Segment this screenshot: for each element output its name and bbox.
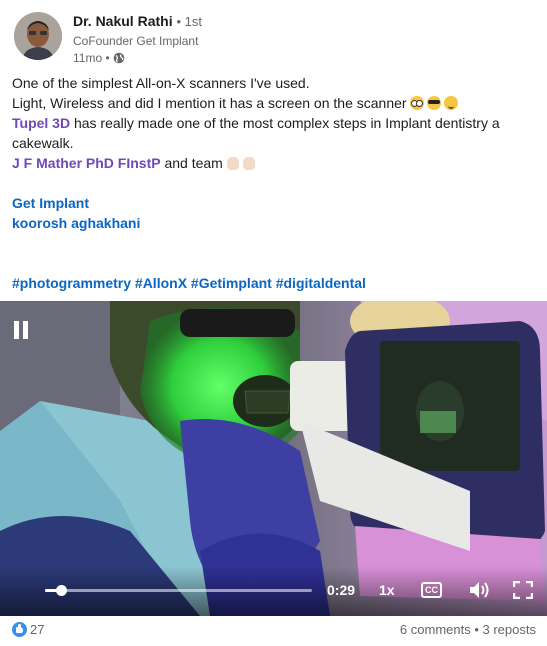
post-line-blank bbox=[12, 253, 532, 273]
mention-get-implant[interactable]: Get Implant bbox=[12, 195, 89, 211]
post-line-text: Light, Wireless and did I mention it has… bbox=[12, 95, 407, 111]
mention-jf-mather[interactable]: J F Mather PhD FInstP bbox=[12, 155, 161, 171]
post-meta: 11mo • bbox=[73, 50, 202, 66]
post-body: One of the simplest All-on-X scanners I'… bbox=[12, 73, 532, 293]
post-line-text: and team bbox=[160, 155, 223, 171]
post-line: One of the simplest All-on-X scanners I'… bbox=[12, 75, 310, 91]
mention-tupel-3d[interactable]: Tupel 3D bbox=[12, 115, 70, 131]
post-line-blank bbox=[12, 233, 532, 253]
author-block: Dr. Nakul Rathi • 1st CoFounder Get Impl… bbox=[73, 12, 202, 66]
video-progress-track[interactable] bbox=[45, 585, 312, 596]
comments-count[interactable]: 6 comments bbox=[400, 622, 471, 637]
fullscreen-icon[interactable] bbox=[512, 580, 534, 600]
video-time: 0:29 bbox=[327, 582, 356, 598]
post-line-text: has really made one of the most complex … bbox=[70, 115, 500, 131]
sunglasses-emoji-icon bbox=[426, 96, 441, 110]
starstruck-emoji-icon bbox=[409, 96, 424, 110]
reactions[interactable]: 27 bbox=[12, 622, 44, 637]
post-line: #photogrammetry #AllonX #Getimplant #dig… bbox=[12, 273, 532, 293]
reactions-count: 27 bbox=[30, 622, 45, 637]
post-header: Dr. Nakul Rathi • 1st CoFounder Get Impl… bbox=[12, 10, 532, 66]
playback-speed-button[interactable]: 1x bbox=[379, 582, 395, 598]
video-player[interactable]: 0:29 1x CC bbox=[0, 301, 547, 616]
post-line: cakewalk. bbox=[12, 135, 74, 151]
post-line: Light, Wireless and did I mention it has… bbox=[12, 93, 532, 113]
post-line-blank bbox=[12, 173, 532, 193]
connection-degree: • 1st bbox=[176, 14, 202, 29]
post-time: 11mo • bbox=[73, 51, 110, 65]
volume-icon[interactable] bbox=[469, 581, 491, 599]
globe-icon bbox=[113, 52, 125, 64]
post-line: Tupel 3D has really made one of the most… bbox=[12, 113, 532, 133]
post-line: Get Implant bbox=[12, 193, 532, 213]
social-counts: 27 6 comments • 3 reposts bbox=[12, 622, 536, 642]
author-headline: CoFounder Get Implant bbox=[73, 34, 199, 48]
avatar[interactable] bbox=[14, 12, 62, 60]
engagement-stats: 6 comments • 3 reposts bbox=[400, 622, 536, 637]
hashtags[interactable]: #photogrammetry #AllonX #Getimplant #dig… bbox=[12, 275, 366, 291]
clap-emoji-icon bbox=[226, 157, 239, 170]
mention-koorosh[interactable]: koorosh aghakhani bbox=[12, 215, 140, 231]
pause-icon[interactable] bbox=[13, 321, 29, 339]
reposts-count[interactable]: 3 reposts bbox=[483, 622, 536, 637]
smile-emoji-icon bbox=[443, 96, 458, 110]
closed-captions-icon[interactable]: CC bbox=[421, 582, 442, 598]
author-name[interactable]: Dr. Nakul Rathi bbox=[73, 13, 173, 29]
post-line: koorosh aghakhani bbox=[12, 213, 532, 233]
clap-emoji-icon bbox=[242, 157, 255, 170]
video-progress-knob[interactable] bbox=[56, 585, 68, 596]
like-icon bbox=[12, 622, 27, 637]
post-line: J F Mather PhD FInstP and team bbox=[12, 153, 532, 173]
stats-separator: • bbox=[470, 622, 483, 637]
